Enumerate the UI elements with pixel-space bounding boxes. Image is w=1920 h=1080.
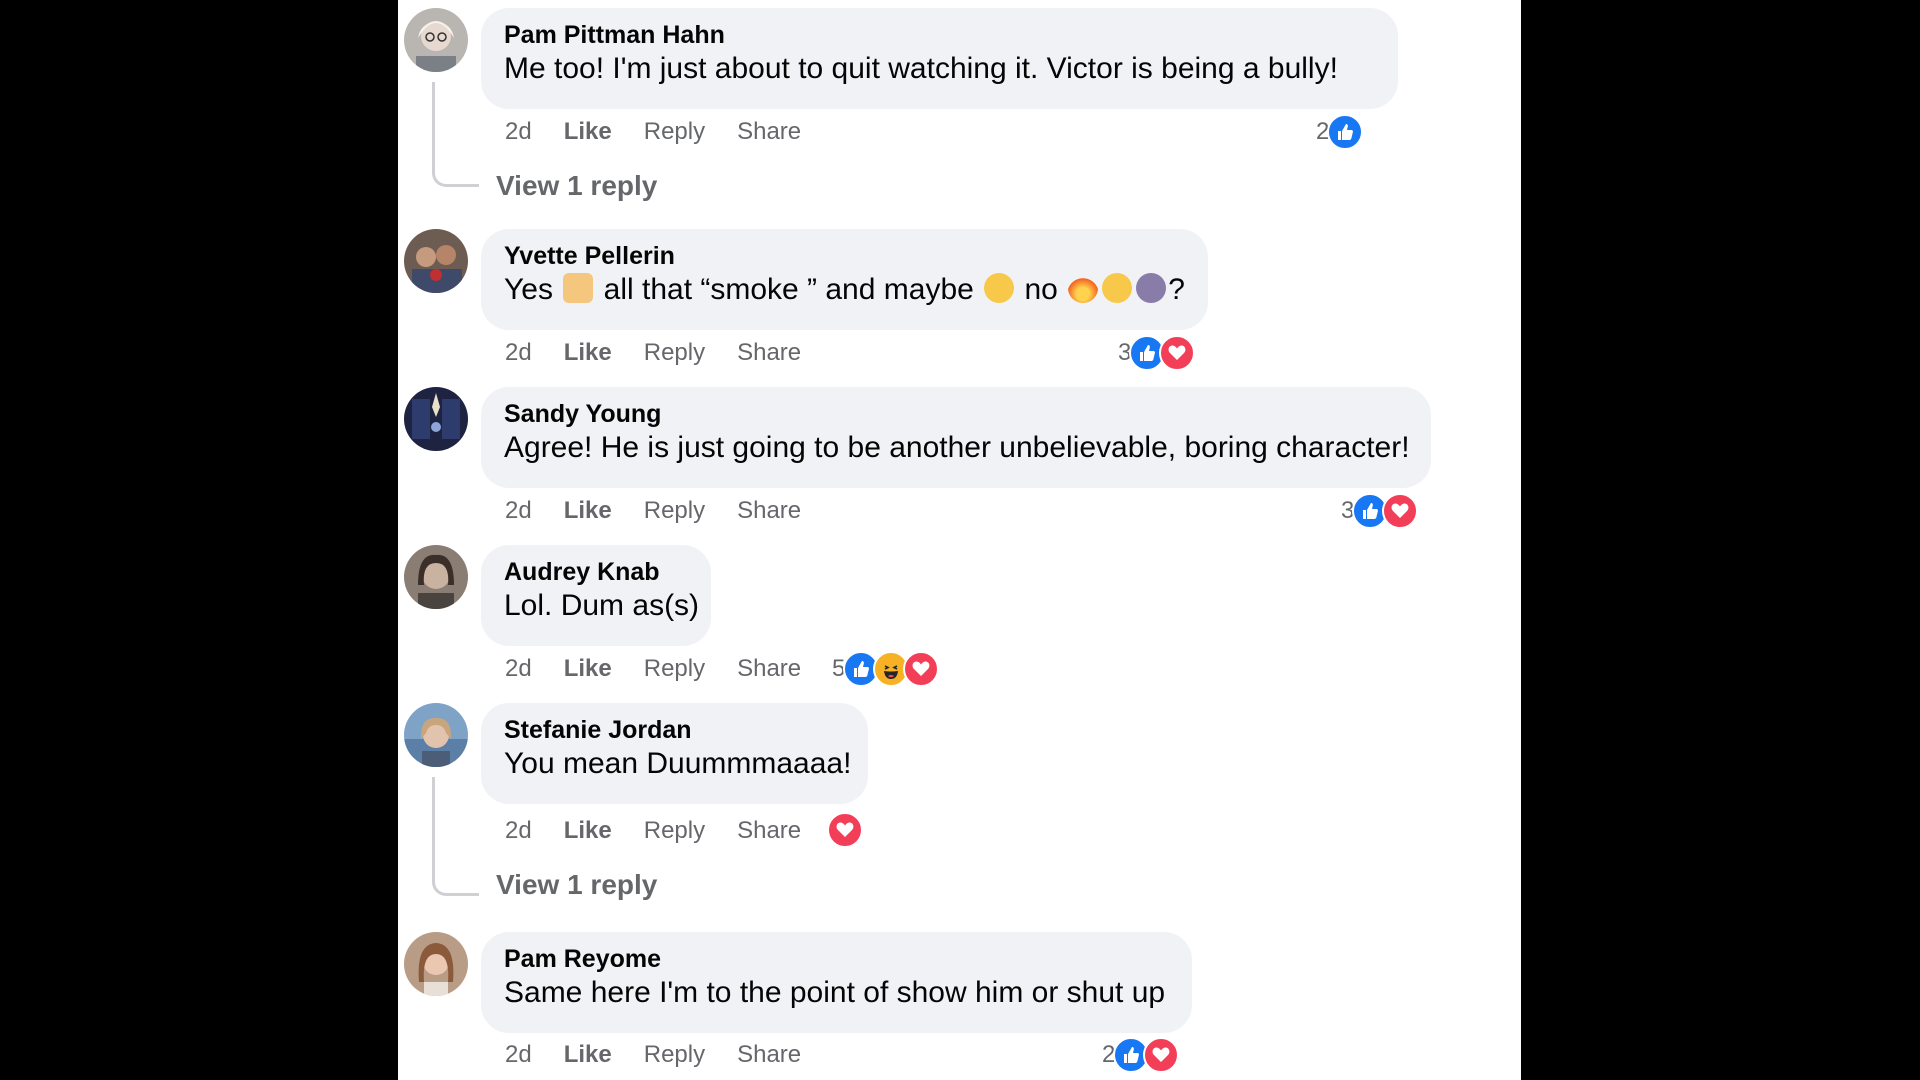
avatar[interactable]	[404, 545, 468, 609]
comment-author[interactable]: Audrey Knab	[504, 557, 688, 587]
like-button[interactable]: Like	[564, 655, 612, 683]
reply-button[interactable]: Reply	[644, 339, 705, 367]
comment-time[interactable]: 2d	[505, 339, 532, 367]
comment-bubble: Audrey Knab Lol. Dum as(s)	[481, 545, 711, 646]
comment-text: Me too! I'm just about to quit watching …	[504, 52, 1338, 85]
like-button[interactable]: Like	[564, 497, 612, 525]
comment-text-part: Yes	[504, 273, 553, 306]
share-button[interactable]: Share	[737, 118, 801, 146]
love-reaction-icon	[827, 812, 863, 848]
reaction-summary[interactable]: 2	[1102, 1037, 1180, 1073]
thread-connector	[432, 82, 479, 187]
comment-actions: 2d Like Reply Share	[505, 813, 833, 849]
comment-author[interactable]: Yvette Pellerin	[504, 241, 1185, 271]
share-button[interactable]: Share	[737, 655, 801, 683]
comment-time[interactable]: 2d	[505, 118, 532, 146]
avatar[interactable]	[404, 387, 468, 451]
comment-author[interactable]: Sandy Young	[504, 399, 1408, 429]
reply-button[interactable]: Reply	[644, 1041, 705, 1069]
comment-time[interactable]: 2d	[505, 817, 532, 845]
comment-actions: 2d Like Reply Share	[505, 1037, 833, 1073]
avatar[interactable]	[404, 8, 468, 72]
comment-bubble: Stefanie Jordan You mean Duummmaaaa!	[481, 703, 868, 804]
comment-actions: 2d Like Reply Share	[505, 114, 833, 150]
reaction-summary[interactable]: 3	[1341, 493, 1419, 529]
comment-text: You mean Duummmaaaa!	[504, 747, 852, 780]
fire-emoji	[1068, 273, 1099, 304]
comment-text: Same here I'm to the point of show him o…	[504, 976, 1166, 1009]
view-replies-link[interactable]: View 1 reply	[496, 869, 657, 901]
view-replies-link[interactable]: View 1 reply	[496, 170, 657, 202]
comments-panel: Pam Pittman Hahn Me too! I'm just about …	[398, 0, 1521, 1080]
comment-time[interactable]: 2d	[505, 1041, 532, 1069]
sick-face-emoji	[984, 273, 1015, 304]
avatar[interactable]	[404, 703, 468, 767]
reaction-summary[interactable]	[827, 812, 863, 848]
comment-text: Yes all that “smoke ” and maybe no ?	[504, 271, 1185, 309]
like-reaction-icon	[1327, 114, 1364, 150]
comment-time[interactable]: 2d	[505, 497, 532, 525]
unamused-face-emoji	[1102, 273, 1133, 304]
comment-text-part: all that “smoke ” and maybe	[603, 273, 974, 306]
comment-author[interactable]: Pam Reyome	[504, 944, 1169, 974]
love-reaction-icon	[1143, 1037, 1180, 1073]
reaction-summary[interactable]: 5	[832, 651, 940, 687]
person-facepalming-emoji	[1136, 273, 1167, 304]
like-button[interactable]: Like	[564, 118, 612, 146]
reaction-summary[interactable]: 3	[1118, 335, 1196, 371]
reply-button[interactable]: Reply	[644, 817, 705, 845]
share-button[interactable]: Share	[737, 817, 801, 845]
avatar[interactable]	[404, 932, 468, 996]
comment-bubble: Pam Reyome Same here I'm to the point of…	[481, 932, 1192, 1033]
comment-time[interactable]: 2d	[505, 655, 532, 683]
comment-actions: 2d Like Reply Share	[505, 335, 833, 371]
comment-text: Agree! He is just going to be another un…	[504, 431, 1410, 464]
comment-text-part: ?	[1168, 273, 1185, 306]
comment-bubble: Yvette Pellerin Yes all that “smoke ” an…	[481, 229, 1208, 330]
love-reaction-icon	[1382, 493, 1419, 529]
like-button[interactable]: Like	[564, 817, 612, 845]
thread-connector	[432, 777, 479, 896]
comment-text-part: no	[1024, 273, 1058, 306]
reply-button[interactable]: Reply	[644, 118, 705, 146]
share-button[interactable]: Share	[737, 1041, 801, 1069]
like-button[interactable]: Like	[564, 1041, 612, 1069]
share-button[interactable]: Share	[737, 339, 801, 367]
comment-actions: 2d Like Reply Share	[505, 493, 833, 529]
comment-author[interactable]: Stefanie Jordan	[504, 715, 845, 745]
comment-author[interactable]: Pam Pittman Hahn	[504, 20, 1375, 50]
comment-bubble: Sandy Young Agree! He is just going to b…	[481, 387, 1431, 488]
comment-bubble: Pam Pittman Hahn Me too! I'm just about …	[481, 8, 1398, 109]
love-reaction-icon	[903, 651, 940, 687]
reaction-summary[interactable]: 2	[1316, 114, 1364, 150]
like-button[interactable]: Like	[564, 339, 612, 367]
love-reaction-icon	[1159, 335, 1196, 371]
share-button[interactable]: Share	[737, 497, 801, 525]
thumbs-up-emoji	[563, 273, 594, 304]
reply-button[interactable]: Reply	[644, 497, 705, 525]
comment-actions: 2d Like Reply Share	[505, 651, 833, 687]
comment-text: Lol. Dum as(s)	[504, 589, 700, 622]
reply-button[interactable]: Reply	[644, 655, 705, 683]
avatar[interactable]	[404, 229, 468, 293]
